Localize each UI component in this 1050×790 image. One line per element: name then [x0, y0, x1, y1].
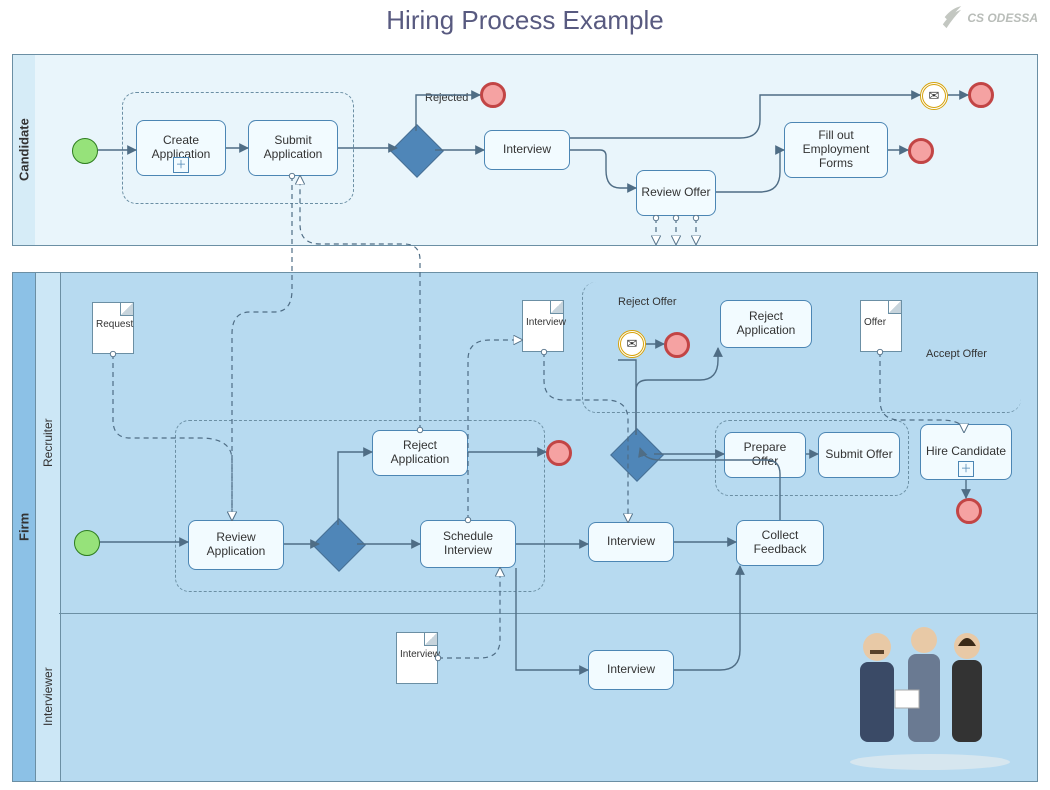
task-schedule-interview: Schedule Interview	[420, 520, 516, 568]
task-collect-feedback: Collect Feedback	[736, 520, 824, 566]
start-event-firm	[74, 530, 100, 556]
end-event-forms	[908, 138, 934, 164]
logo-swoosh-icon	[941, 4, 963, 32]
doc-interview-2: Interview	[396, 632, 438, 684]
label-accept-offer: Accept Offer	[926, 348, 987, 360]
pool-firm-label: Firm	[13, 273, 35, 781]
task-interview-candidate: Interview	[484, 130, 570, 170]
end-event-hire	[956, 498, 982, 524]
lane-interviewer-label: Interviewer	[35, 613, 61, 782]
task-submit-application: Submit Application	[248, 120, 338, 176]
brand-logo: CS ODESSA	[941, 4, 1038, 32]
task-prepare-offer: Prepare Offer	[724, 432, 806, 478]
doc-request: Request	[92, 302, 134, 354]
task-review-offer: Review Offer	[636, 170, 716, 216]
end-event-rejected	[480, 82, 506, 108]
envelope-icon: ✉	[627, 336, 638, 352]
doc-interview-1: Interview	[522, 300, 564, 352]
end-event-candidate-2	[968, 82, 994, 108]
task-reject-application-recruiter: Reject Application	[372, 430, 468, 476]
doc-offer: Offer	[860, 300, 902, 352]
label-reject-offer: Reject Offer	[618, 296, 677, 308]
label-rejected: Rejected	[425, 92, 468, 104]
end-event-reject-app	[546, 440, 572, 466]
diagram-title: Hiring Process Example	[0, 5, 1050, 36]
task-create-application: Create Application＋	[136, 120, 226, 176]
subprocess-marker-icon: ＋	[173, 157, 189, 173]
task-hire-candidate: Hire Candidate＋	[920, 424, 1012, 480]
task-reject-application-cand: Reject Application	[720, 300, 812, 348]
message-event-candidate: ✉	[920, 82, 948, 110]
task-interview-interviewer: Interview	[588, 650, 674, 690]
pool-candidate-label: Candidate	[13, 55, 35, 245]
task-interview-recruiter: Interview	[588, 522, 674, 562]
bpmn-diagram: Hiring Process Example CS ODESSA Candida…	[0, 0, 1050, 790]
task-review-application: Review Application	[188, 520, 284, 570]
task-fill-forms: Fill out Employment Forms	[784, 122, 888, 178]
message-event-reject-offer: ✉	[618, 330, 646, 358]
lane-recruiter-label: Recruiter	[35, 273, 61, 613]
envelope-icon: ✉	[929, 88, 940, 104]
task-submit-offer: Submit Offer	[818, 432, 900, 478]
end-event-reject-offer	[664, 332, 690, 358]
people-illustration-icon	[840, 602, 1020, 772]
start-event-candidate	[72, 138, 98, 164]
subprocess-marker-icon: ＋	[958, 461, 974, 477]
